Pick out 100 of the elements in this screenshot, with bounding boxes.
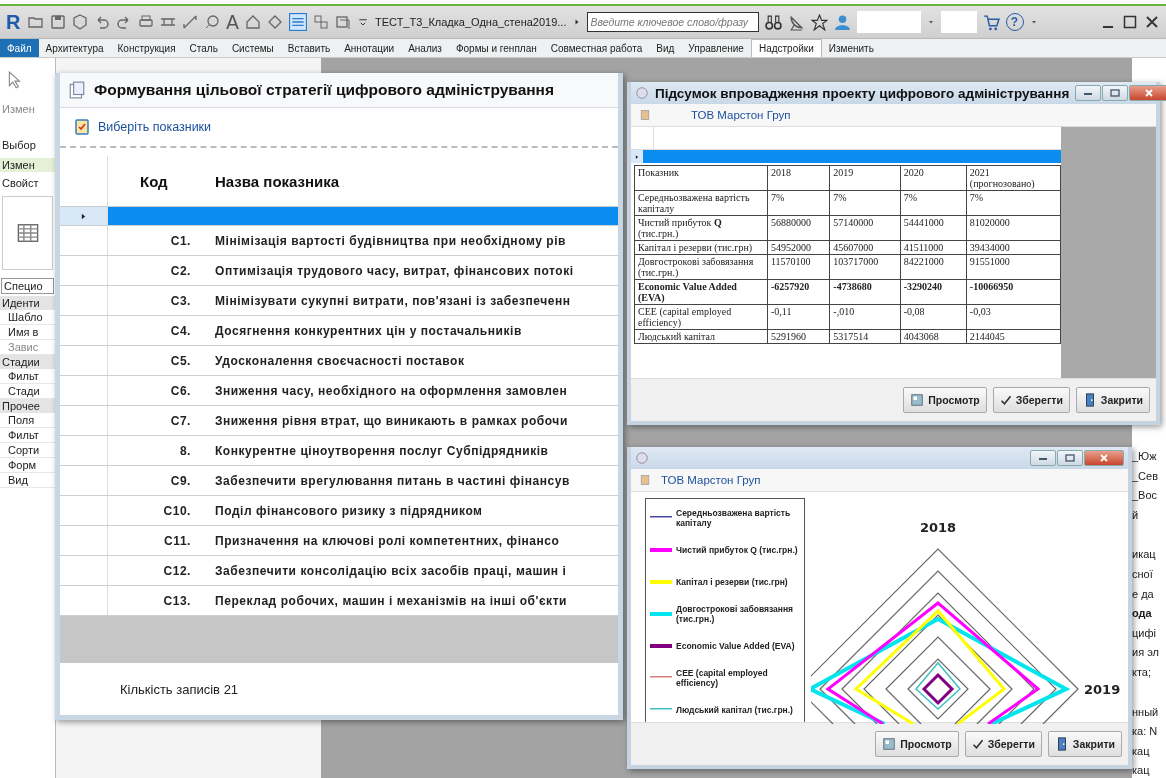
table-row[interactable]: C2. Оптимізація трудового часу, витрат, фінансових потокі [60,256,618,286]
maximize-icon[interactable] [1122,14,1138,30]
close-icon[interactable] [1144,14,1160,30]
print-icon[interactable] [138,14,154,30]
column-header[interactable]: Код [108,156,203,206]
list-icon[interactable] [289,13,307,31]
user-icon[interactable] [833,13,851,31]
ribbon-tab[interactable]: Архитектура [38,39,111,57]
column-header: 2019 [829,165,901,191]
table-cell: CEE (capital employed efficiency) [634,304,768,330]
column-header: 2020 [900,165,967,191]
dimension-icon[interactable] [182,14,198,30]
table-cell: 7% [966,190,1061,216]
table-row[interactable]: C13. Переклад робочих, машин і механізмів на інші об'єкти [60,586,618,616]
close-button[interactable] [1129,85,1166,101]
legend-swatch [650,644,672,648]
text-tool[interactable]: A [226,11,239,33]
ribbon-tab[interactable]: Совместная работа [543,39,650,57]
table-row[interactable]: C1. Мінімізація вартості будівництва при необхідному рів [60,226,618,256]
ribbon-tab[interactable]: Системы [224,39,281,57]
caret-icon[interactable] [572,18,581,26]
dropdown-icon[interactable] [357,16,369,28]
table-row[interactable]: C3. Мінімізувати сукупні витрати, пов'язані із забезпеченн [60,286,618,316]
group-header[interactable]: Иденти [0,296,55,310]
close-icon [1144,89,1155,97]
check-icon [971,738,984,750]
windows-icon[interactable] [313,14,329,30]
table-cell-text: C9. [169,472,192,490]
table-row[interactable]: C12. Забезпечити консолідацію всіх засобів праці, машин і [60,556,618,586]
table-cell: -0,03 [966,304,1061,330]
minimize-icon [1038,455,1048,461]
group-header[interactable]: Стадии [0,355,55,369]
ribbon-tab[interactable]: Сталь [182,39,225,57]
search-field[interactable]: Введите ключевое слово/фразу [586,12,759,32]
group-header[interactable]: Прочее [0,399,55,413]
selected-row[interactable] [631,150,1061,163]
table-cell: 54441000 [900,215,967,241]
caret-icon[interactable] [1029,18,1038,26]
table-row[interactable]: C9. Забезпечити врегулювання питань в частині фінансув [60,466,618,496]
pointer-icon[interactable] [6,70,24,90]
ribbon-tab[interactable]: Изменить [821,39,881,57]
satellite-icon[interactable] [787,13,805,31]
minimize-button[interactable] [1075,85,1102,101]
column-header: 2018 [767,165,830,191]
caret-icon[interactable] [926,18,935,26]
save-button[interactable]: Зберегти [992,387,1070,413]
ribbon-tab[interactable]: Управление [681,39,751,57]
input-field[interactable] [856,11,921,33]
table-row[interactable]: C4. Досягнення конкурентних цін у постачальників [60,316,618,346]
minimize-button[interactable] [1030,450,1056,466]
table-row[interactable]: C7. Зниження рівня втрат, що виникають в рамках робочи [60,406,618,436]
house-icon[interactable] [245,14,261,30]
binoculars-icon[interactable] [764,13,782,31]
table-cell-text: Зниження часу, необхідного на оформлення замовлен [214,382,569,400]
table-row[interactable]: C11. Призначення на ключові ролі компетентних, фінансо [60,526,618,556]
legend-swatch [650,548,672,552]
document-title: ТЕСТ_Т3_Кладка_Одна_стена2019... [375,16,567,28]
table-cell: Капітал і резерви (тис.грн) [634,240,768,255]
cart-icon[interactable] [982,13,1000,31]
ribbon-tab[interactable]: Вид [649,39,682,57]
save-icon[interactable] [50,14,66,30]
legend-swatch [650,708,672,712]
table-cell-text: C5. [169,352,192,370]
ribbon-tab[interactable]: Аннотации [337,39,402,57]
ribbon-tab[interactable]: Файл [0,39,39,57]
close-button[interactable] [1084,450,1124,466]
preview-button[interactable]: Просмотр [903,387,987,413]
ribbon-tab[interactable]: Надстройки [750,39,822,57]
preview-button[interactable]: Просмотр [875,731,959,757]
switch-windows-icon[interactable] [335,14,351,30]
diamond-icon[interactable] [267,14,283,30]
table-cell-text: Конкурентне ціноутворення послуг Субпідрядників [214,442,550,460]
table-row[interactable]: C10. Поділ фінансового ризику з підрядником [60,496,618,526]
table-cell-text: C10. [162,502,192,520]
context-tab[interactable]: Измен [0,158,55,172]
star-icon[interactable] [810,13,828,31]
ribbon-tab[interactable]: Вставить [280,39,338,57]
checklist-icon [74,119,90,135]
maximize-button[interactable] [1057,450,1083,466]
save-button[interactable]: Зберегти [964,731,1042,757]
select-indicators-button[interactable]: Виберіть показники [70,117,216,137]
folder-icon[interactable] [28,14,44,30]
input-field[interactable] [940,11,977,33]
type-selector[interactable]: Специо [1,278,54,294]
app-logo[interactable]: R [6,10,22,34]
form-icon [68,81,86,99]
table-row[interactable] [60,207,618,226]
table-row[interactable]: C6. Зниження часу, необхідного на оформлення замовлен [60,376,618,406]
table-cell: 39434000 [966,240,1061,255]
column-header[interactable]: Назва показника [203,156,618,206]
close-button[interactable]: Закрити [1075,387,1150,413]
maximize-button[interactable] [1102,85,1129,101]
table-cell-text: C11. [163,532,192,550]
row-pointer-icon [79,211,88,221]
table-row[interactable]: C5. Удосконалення своєчасності поставок [60,346,618,376]
ribbon-tab[interactable]: Конструкция [110,39,183,57]
close-button[interactable]: Закрити [1047,731,1122,757]
ribbon-tab[interactable]: Анализ [401,39,449,57]
table-row[interactable]: 8. Конкурентне ціноутворення послуг Субпідрядників [60,436,618,466]
ribbon-tab[interactable]: Формы и генплан [448,39,544,57]
